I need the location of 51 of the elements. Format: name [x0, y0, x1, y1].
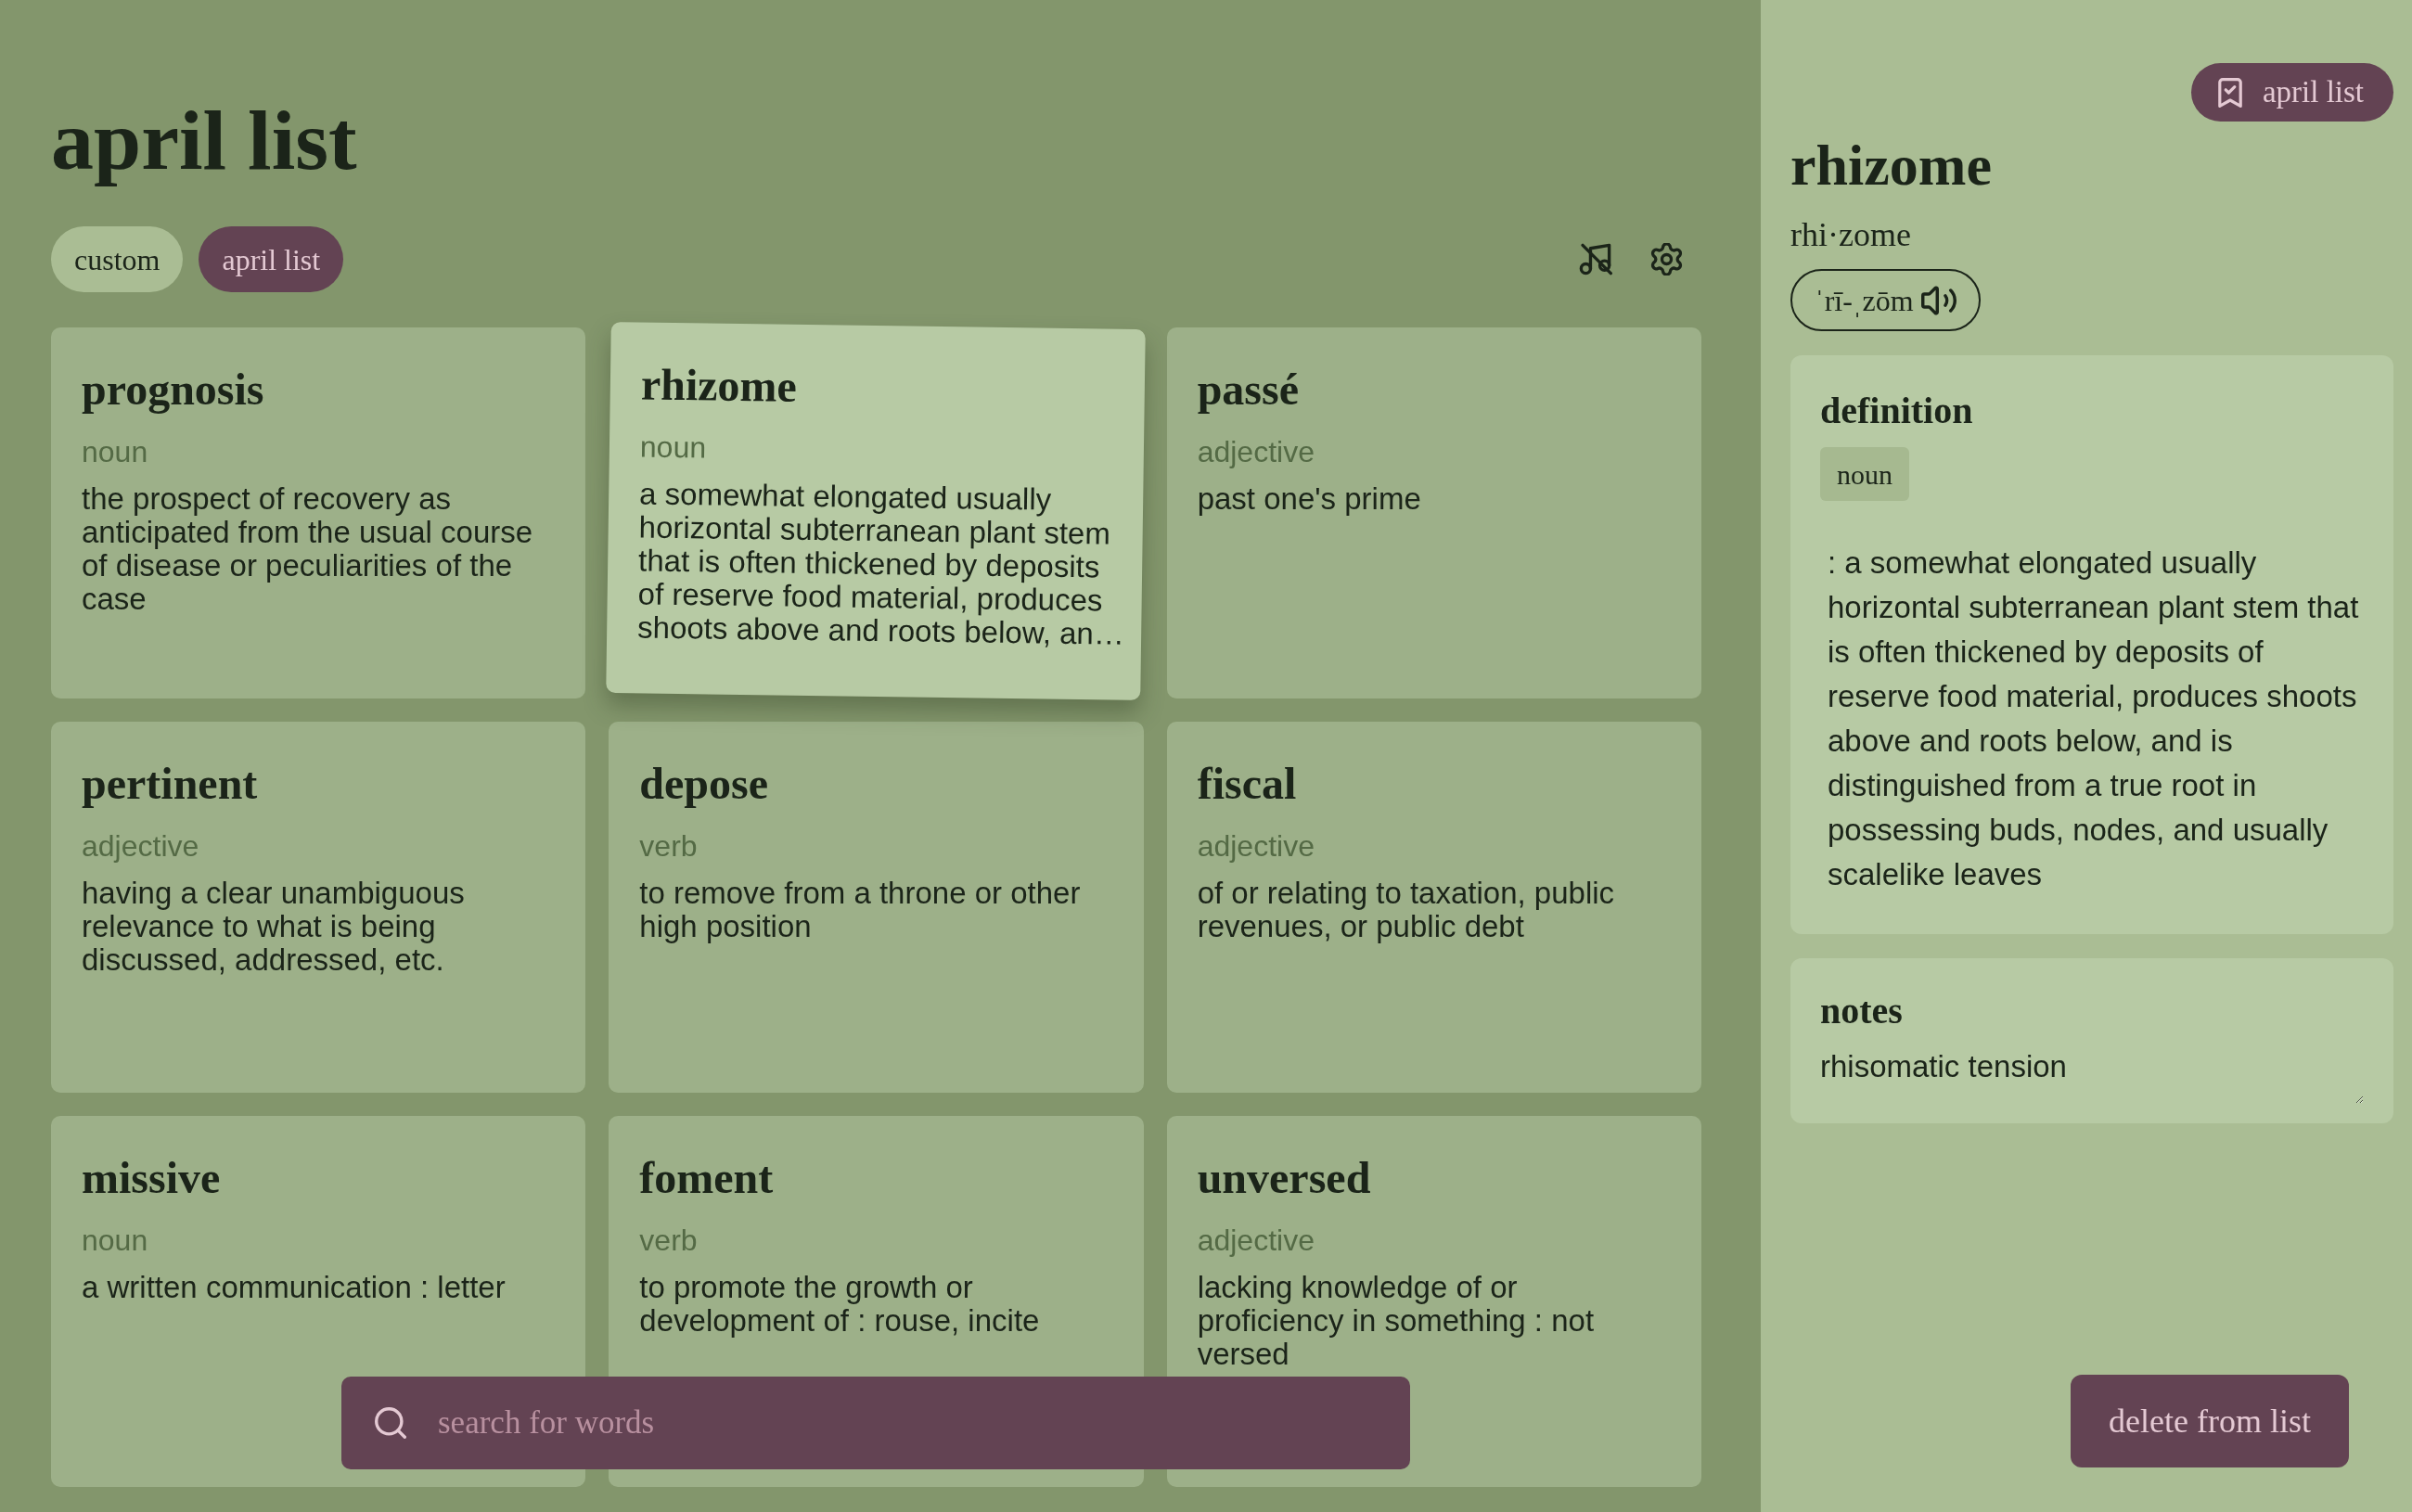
- part-of-speech-tag: noun: [1820, 447, 1909, 501]
- notes-panel[interactable]: notes rhisomatic tension: [1790, 958, 2393, 1123]
- search-icon: [375, 1407, 406, 1439]
- part-of-speech: adjective: [1197, 1224, 1315, 1257]
- part-of-speech: adjective: [82, 829, 200, 863]
- word-title: rhizome: [640, 358, 799, 413]
- bookmark-check-icon: [2217, 77, 2242, 108]
- pronunciation-button[interactable]: ˈrī-ˌzōm: [1790, 269, 1981, 331]
- word-definition: the prospect of recovery as anticipated from the usual course of disease or peculiarities of the case: [82, 482, 534, 616]
- word-title: fiscal: [1197, 758, 1298, 810]
- speaker-icon: [1920, 285, 1957, 315]
- word-title: passé: [1197, 364, 1300, 416]
- part-of-speech: noun: [640, 429, 708, 467]
- word-title: missive: [82, 1152, 222, 1204]
- part-of-speech: noun: [82, 1224, 149, 1257]
- word-definition: lacking knowledge of or proficiency in something : not versed: [1197, 1271, 1596, 1371]
- word-card[interactable]: rhizome noun a somewhat elongated usually horizontal subterranean plant stem that is often thickened by deposits of reserve food material, produces shoots above and roots below, an…: [606, 322, 1147, 700]
- word-definition: a written communication : letter: [82, 1271, 507, 1304]
- part-of-speech: adjective: [1197, 829, 1315, 863]
- word-definition: having a clear unambiguous relevance to what is being discussed, addressed, etc.: [82, 877, 466, 977]
- word-definition: of or relating to taxation, public revenues, or public debt: [1197, 877, 1616, 943]
- word-definition: past one's prime: [1197, 482, 1422, 516]
- word-title: foment: [639, 1152, 775, 1204]
- word-card[interactable]: depose verb to remove from a throne or other high position: [609, 722, 1144, 1093]
- list-button[interactable]: april list: [2190, 63, 2393, 122]
- notes-heading: notes: [1820, 989, 1904, 1033]
- settings-icon[interactable]: [1650, 243, 1683, 275]
- word-definition: to promote the growth or development of : rouse, incite: [639, 1271, 1041, 1338]
- definition-heading: definition: [1820, 389, 1974, 433]
- list-tab[interactable]: april list: [199, 226, 344, 292]
- word-title: prognosis: [82, 364, 265, 416]
- word-title: pertinent: [82, 758, 259, 810]
- part-of-speech: verb: [639, 1224, 699, 1257]
- word-card[interactable]: passé adjective past one's prime: [1166, 327, 1701, 698]
- list-tab[interactable]: custom: [51, 226, 184, 292]
- word-title: depose: [639, 758, 769, 810]
- part-of-speech: verb: [639, 829, 699, 863]
- syllables: rhi·zome: [1790, 215, 1911, 255]
- word-heading: rhizome: [1790, 136, 1992, 194]
- word-card[interactable]: fiscal adjective of or relating to taxation, public revenues, or public debt: [1166, 722, 1701, 1093]
- word-definition: to remove from a throne or other high position: [639, 877, 1082, 943]
- part-of-speech: adjective: [1197, 435, 1315, 468]
- word-title: unversed: [1197, 1152, 1372, 1204]
- definition-text: : a somewhat elongated usually horizontal subterranean plant stem that is often thickened by deposits of reserve food material, produces shoots above and roots below, and is distinguished from a true root in possessing buds, nodes, and usually scalelike leaves: [1827, 545, 2360, 893]
- word-card[interactable]: pertinent adjective having a clear unambiguous relevance to what is being discussed, addressed, etc.: [51, 722, 586, 1093]
- music-off-icon[interactable]: [1578, 242, 1612, 276]
- word-definition: a somewhat elongated usually horizontal subterranean plant stem that is often thickened by deposits of reserve food material, produces shoots above and roots below, an…: [637, 477, 1126, 651]
- search-field[interactable]: search for words: [341, 1377, 1410, 1469]
- delete-button[interactable]: delete from list: [2071, 1375, 2349, 1467]
- part-of-speech: noun: [82, 435, 149, 468]
- word-card[interactable]: prognosis noun the prospect of recovery as anticipated from the usual course of disease or peculiarities of the case: [51, 327, 586, 698]
